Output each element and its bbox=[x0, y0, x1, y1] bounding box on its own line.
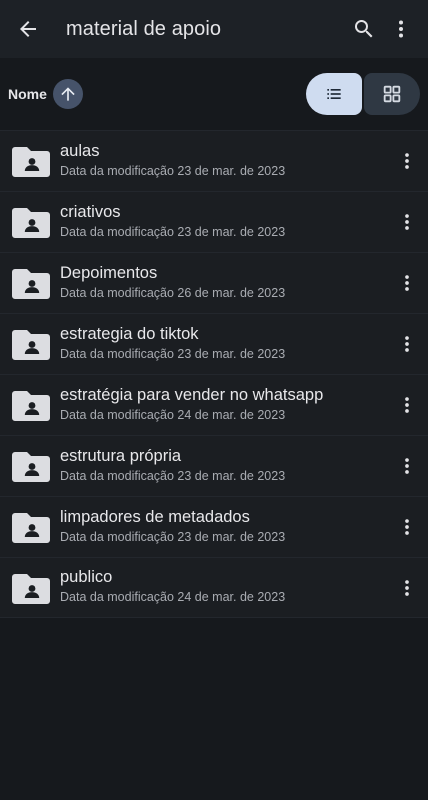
shared-folder-icon bbox=[12, 147, 50, 177]
item-texts: estratégia para vender no whatsapp Data … bbox=[60, 385, 386, 424]
back-button[interactable] bbox=[8, 9, 48, 49]
arrow-up-icon bbox=[61, 87, 75, 101]
item-more-button[interactable] bbox=[386, 516, 428, 538]
item-texts: Depoimentos Data da modificação 26 de ma… bbox=[60, 263, 386, 302]
item-modified: Data da modificação 26 de mar. de 2023 bbox=[60, 285, 286, 300]
item-name: publico bbox=[60, 568, 113, 586]
item-more-button[interactable] bbox=[386, 333, 428, 355]
file-list: aulas Data da modificação 23 de mar. de … bbox=[0, 130, 428, 618]
item-modified: Data da modificação 23 de mar. de 2023 bbox=[60, 163, 286, 178]
item-texts: estrutura própria Data da modificação 23… bbox=[60, 446, 386, 485]
list-item[interactable]: aulas Data da modificação 23 de mar. de … bbox=[0, 130, 428, 191]
item-modified: Data da modificação 23 de mar. de 2023 bbox=[60, 529, 286, 544]
item-name: aulas bbox=[60, 141, 100, 160]
more-vertical-icon bbox=[405, 336, 409, 352]
drive-folder-screen: material de apoio Nome aulas Data da mod… bbox=[0, 0, 428, 800]
shared-folder-icon bbox=[12, 452, 50, 482]
list-item[interactable]: estratégia para vender no whatsapp Data … bbox=[0, 374, 428, 435]
item-name: Depoimentos bbox=[60, 263, 158, 282]
shared-folder-icon bbox=[12, 513, 50, 543]
folder-icon-wrap bbox=[0, 267, 60, 299]
folder-icon-wrap bbox=[0, 572, 60, 604]
grid-view-icon bbox=[383, 85, 401, 103]
sort-label[interactable]: Nome bbox=[8, 86, 47, 102]
grid-view-button[interactable] bbox=[364, 73, 420, 115]
arrow-back-icon bbox=[20, 21, 36, 37]
sort-direction-button[interactable] bbox=[52, 79, 83, 109]
item-name: limpadores de metadados bbox=[60, 507, 250, 526]
shared-folder-icon bbox=[12, 391, 50, 421]
overflow-menu-button[interactable] bbox=[384, 9, 418, 49]
search-icon bbox=[355, 20, 373, 38]
item-modified: Data da modificação 23 de mar. de 2023 bbox=[60, 468, 286, 483]
shared-folder-icon bbox=[12, 573, 50, 604]
item-modified: Data da modificação 24 de mar. de 2023 bbox=[60, 407, 286, 422]
page-title: material de apoio bbox=[66, 17, 222, 40]
item-more-button[interactable] bbox=[386, 211, 428, 233]
shared-folder-icon bbox=[12, 208, 50, 238]
item-texts: criativos Data da modificação 23 de mar.… bbox=[60, 202, 386, 241]
shared-folder-icon bbox=[12, 330, 50, 360]
item-name: estratégia para vender no whatsapp bbox=[60, 385, 324, 404]
folder-icon-wrap bbox=[0, 328, 60, 360]
item-more-button[interactable] bbox=[386, 455, 428, 477]
more-vertical-icon bbox=[405, 397, 409, 413]
more-vertical-icon bbox=[405, 519, 409, 535]
more-vertical-icon bbox=[405, 153, 409, 169]
list-item[interactable]: criativos Data da modificação 23 de mar.… bbox=[0, 191, 428, 252]
list-view-icon bbox=[327, 89, 341, 99]
item-more-button[interactable] bbox=[386, 577, 428, 599]
item-more-button[interactable] bbox=[386, 272, 428, 294]
item-texts: aulas Data da modificação 23 de mar. de … bbox=[60, 141, 386, 180]
list-item[interactable]: limpadores de metadados Data da modifica… bbox=[0, 496, 428, 557]
list-view-button[interactable] bbox=[306, 73, 362, 115]
item-modified: Data da modificação 23 de mar. de 2023 bbox=[60, 224, 286, 239]
folder-icon-wrap bbox=[0, 389, 60, 421]
sort-view-bar: Nome bbox=[0, 58, 428, 130]
search-button[interactable] bbox=[344, 9, 384, 49]
list-item[interactable]: estrategia do tiktok Data da modificação… bbox=[0, 313, 428, 374]
folder-icon-wrap bbox=[0, 145, 60, 177]
item-modified: Data da modificação 24 de mar. de 2023 bbox=[60, 590, 286, 604]
item-name: estrutura própria bbox=[60, 446, 182, 465]
item-texts: estrategia do tiktok Data da modificação… bbox=[60, 324, 386, 363]
item-name: criativos bbox=[60, 202, 121, 221]
folder-icon-wrap bbox=[0, 450, 60, 482]
folder-icon-wrap bbox=[0, 206, 60, 238]
more-vertical-icon bbox=[405, 579, 409, 596]
view-toggle bbox=[306, 73, 420, 115]
more-vertical-icon bbox=[405, 275, 409, 291]
item-more-button[interactable] bbox=[386, 394, 428, 416]
more-vertical-icon bbox=[405, 458, 409, 474]
item-modified: Data da modificação 23 de mar. de 2023 bbox=[60, 346, 286, 361]
item-name: estrategia do tiktok bbox=[60, 324, 199, 343]
folder-icon-wrap bbox=[0, 511, 60, 543]
item-texts: limpadores de metadados Data da modifica… bbox=[60, 507, 386, 546]
item-more-button[interactable] bbox=[386, 150, 428, 172]
list-item[interactable]: estrutura própria Data da modificação 23… bbox=[0, 435, 428, 496]
shared-folder-icon bbox=[12, 269, 50, 299]
list-item[interactable]: publico Data da modificação 24 de mar. d… bbox=[0, 557, 428, 618]
top-app-bar: material de apoio bbox=[0, 0, 428, 58]
more-vertical-icon bbox=[399, 20, 403, 38]
list-item[interactable]: Depoimentos Data da modificação 26 de ma… bbox=[0, 252, 428, 313]
more-vertical-icon bbox=[405, 214, 409, 230]
item-texts: publico Data da modificação 24 de mar. d… bbox=[60, 567, 386, 606]
